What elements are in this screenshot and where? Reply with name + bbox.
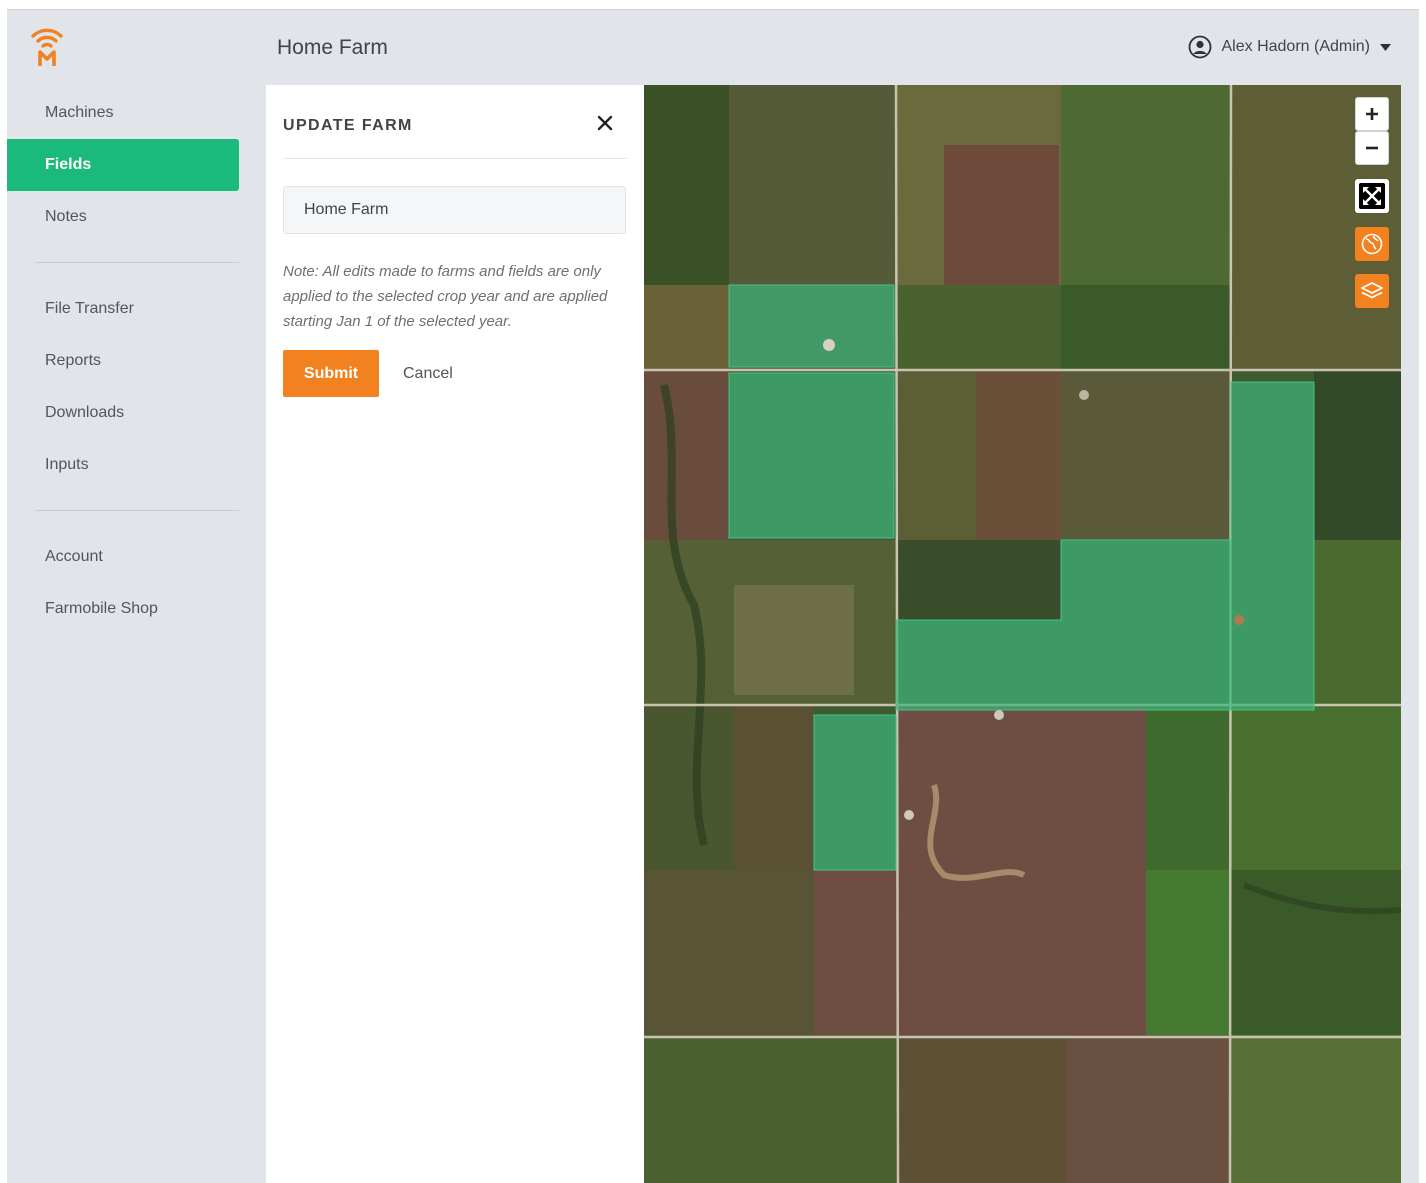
plus-icon xyxy=(1366,108,1378,120)
layers-icon xyxy=(1361,282,1383,299)
layers-button[interactable] xyxy=(1355,274,1389,308)
crop-year-note: Note: All edits made to farms and fields… xyxy=(283,263,608,330)
satellite-map[interactable] xyxy=(644,85,1401,1183)
sidebar-item-machines[interactable]: Machines xyxy=(7,87,239,139)
expand-arrows-icon xyxy=(1359,183,1385,209)
user-name: Alex Hadorn (Admin) xyxy=(1221,38,1371,55)
user-avatar-icon xyxy=(1188,35,1211,59)
farm-name-input[interactable] xyxy=(283,186,626,234)
close-icon[interactable] xyxy=(597,115,613,131)
sidebar-item-reports[interactable]: Reports xyxy=(7,335,239,387)
zoom-out-button[interactable] xyxy=(1355,131,1389,165)
globe-icon xyxy=(1361,233,1383,255)
sidebar-item-fields[interactable]: Fields xyxy=(7,139,239,191)
farmobile-logo-icon[interactable] xyxy=(29,24,65,68)
sidebar-divider xyxy=(35,262,239,263)
caret-down-icon xyxy=(1380,43,1391,51)
update-farm-panel: UPDATE FARM Note: All edits made to farm… xyxy=(266,85,644,1183)
sidebar-item-account[interactable]: Account xyxy=(7,531,239,583)
sidebar-item-downloads[interactable]: Downloads xyxy=(7,387,239,439)
sidebar-item-farmobile-shop[interactable]: Farmobile Shop xyxy=(7,583,239,635)
sidebar: Machines Fields Notes File Transfer Repo… xyxy=(7,87,239,635)
user-menu[interactable]: Alex Hadorn (Admin) xyxy=(1188,35,1391,59)
sidebar-item-notes[interactable]: Notes xyxy=(7,191,239,243)
basemap-button[interactable] xyxy=(1355,227,1389,261)
cancel-button[interactable]: Cancel xyxy=(393,350,463,397)
submit-button[interactable]: Submit xyxy=(283,350,379,397)
app-window: Home Farm Alex Hadorn (Admin) Machines F… xyxy=(7,9,1419,1183)
panel-header: UPDATE FARM xyxy=(283,85,627,159)
panel-title: UPDATE FARM xyxy=(283,117,413,134)
sidebar-item-inputs[interactable]: Inputs xyxy=(7,439,239,491)
page-title: Home Farm xyxy=(277,36,388,59)
zoom-in-button[interactable] xyxy=(1355,97,1389,131)
satellite-imagery xyxy=(644,85,1401,1183)
sidebar-divider xyxy=(35,510,239,511)
minus-icon xyxy=(1366,146,1378,150)
fullscreen-button[interactable] xyxy=(1355,179,1389,213)
sidebar-item-file-transfer[interactable]: File Transfer xyxy=(7,283,239,335)
